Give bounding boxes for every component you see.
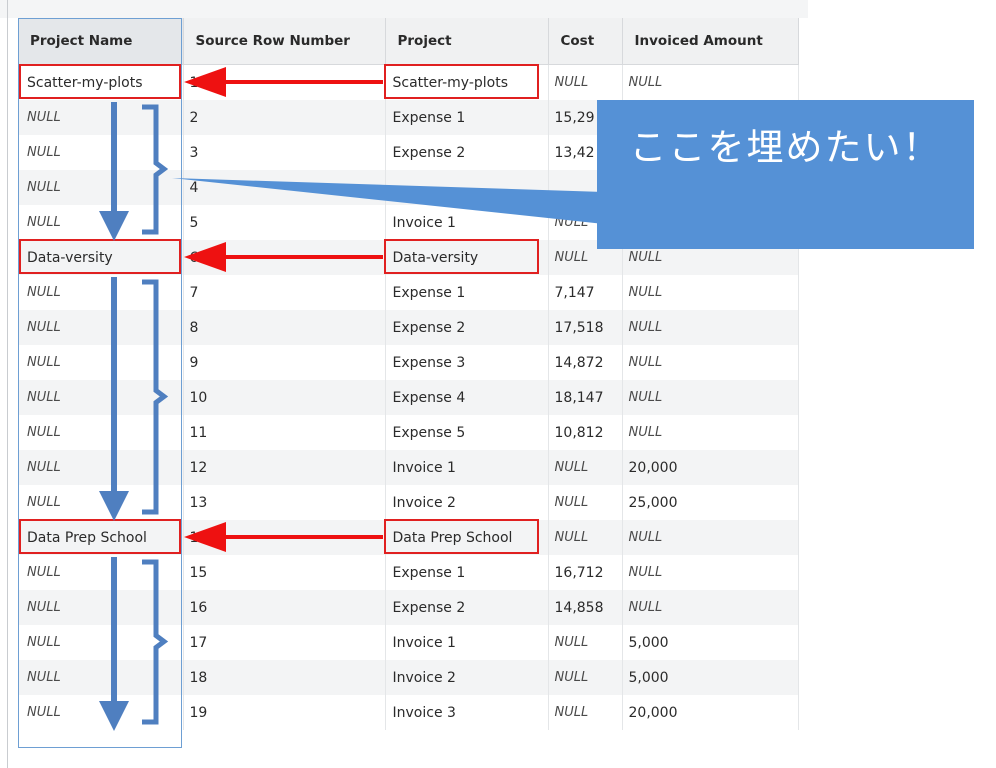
red-arrowhead [184, 242, 226, 272]
blue-down-arrowhead [99, 701, 129, 731]
blue-brace [142, 279, 169, 515]
highlight-box-project-name [19, 519, 181, 554]
red-arrowhead [184, 67, 226, 97]
highlight-box-project-name [19, 64, 181, 99]
highlight-box-project [384, 519, 539, 554]
callout-pointer [172, 178, 604, 224]
blue-brace [142, 104, 169, 235]
highlight-box-project-name [19, 239, 181, 274]
blue-brace [142, 559, 169, 725]
callout-box: ここを埋めたい！ [597, 100, 974, 249]
highlight-box-project [384, 239, 539, 274]
blue-down-arrowhead [99, 491, 129, 521]
highlight-box-project [384, 64, 539, 99]
blue-down-arrowhead [99, 211, 129, 241]
red-arrowhead [184, 522, 226, 552]
